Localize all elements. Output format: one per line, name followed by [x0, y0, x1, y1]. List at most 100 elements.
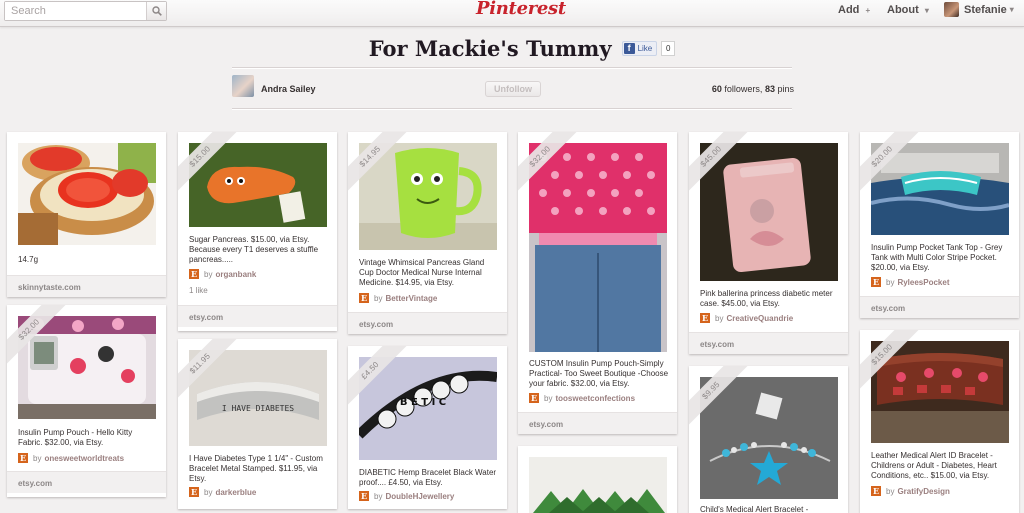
pin-card[interactable]: $20.00 Insulin Pump Pocket Tank Top - Gr…	[860, 132, 1019, 318]
via-user[interactable]: toosweetconfections	[555, 394, 635, 403]
pin-description: Sugar Pancreas. $15.00, via Etsy. Becaus…	[189, 235, 319, 264]
pin-image[interactable]	[700, 143, 838, 281]
pin-via[interactable]: E by DoubleHJewellery	[359, 491, 454, 501]
pin-image[interactable]	[529, 143, 667, 352]
via-user[interactable]: DoubleHJewellery	[385, 492, 454, 501]
pin-source[interactable]: etsy.com	[689, 332, 848, 354]
via-user[interactable]: RyleesPocket	[897, 278, 949, 287]
etsy-icon: E	[18, 453, 28, 463]
via-prefix: by	[544, 393, 553, 403]
page-title: For Mackie's Tummy	[368, 35, 612, 61]
pin-via[interactable]: E by BetterVintage	[359, 293, 437, 303]
pin-card[interactable]: $15.00 Sugar Pancreas. $15.00, via Etsy.…	[178, 132, 337, 331]
search-button[interactable]	[146, 2, 166, 20]
via-user[interactable]: organbank	[215, 270, 256, 279]
etsy-icon: E	[359, 491, 369, 501]
pin-source[interactable]: etsy.com	[7, 471, 166, 493]
nav-add-label: Add	[838, 4, 860, 16]
pin-image[interactable]	[18, 143, 156, 245]
etsy-icon: E	[359, 293, 369, 303]
top-bar: Pinterest Add + About ▾ Stefanie ▾	[0, 0, 1024, 27]
chevron-down-icon: ▾	[1009, 5, 1014, 14]
nav-about-menu[interactable]: About ▾	[887, 4, 929, 16]
via-prefix: by	[204, 269, 213, 279]
divider	[232, 108, 792, 110]
pin-description: Pink ballerina princess diabetic meter c…	[700, 289, 833, 308]
facebook-icon: f	[623, 42, 635, 54]
board-header: For Mackie's Tummy f Like 0	[0, 33, 1024, 63]
pin-source[interactable]: etsy.com	[178, 305, 337, 327]
pin-card[interactable]: $32.00 CUSTOM Insulin Pump Pouch-Simply …	[518, 132, 677, 434]
facebook-like-count: 0	[661, 40, 676, 56]
via-user[interactable]: BetterVintage	[385, 294, 437, 303]
pin-source[interactable]: etsy.com	[518, 412, 677, 434]
facebook-like-button[interactable]: f Like	[621, 40, 658, 56]
pin-card[interactable]	[518, 446, 677, 513]
owner-name[interactable]: Andra Sailey	[261, 84, 316, 94]
owner-avatar[interactable]	[232, 75, 254, 97]
nav-user-name: Stefanie	[964, 3, 1007, 16]
via-user[interactable]: darkerblue	[215, 488, 256, 497]
board-stats: 60 followers, 83 pins	[712, 84, 794, 94]
via-prefix: by	[374, 491, 383, 501]
divider	[232, 67, 792, 69]
via-user[interactable]: GratifyDesign	[897, 487, 949, 496]
bracelet-stamp-text: I HAVE DIABETES	[222, 404, 294, 413]
pin-likes: 1 like	[189, 286, 208, 295]
pin-description: 14.7g	[18, 255, 39, 264]
etsy-icon: E	[189, 269, 199, 279]
via-user[interactable]: CreativeQuandrie	[726, 314, 793, 323]
pin-via[interactable]: E by organbank	[189, 269, 256, 279]
pin-via[interactable]: E by toosweetconfections	[529, 393, 635, 403]
etsy-icon: E	[871, 277, 881, 287]
pin-source[interactable]: etsy.com	[348, 312, 507, 334]
pins-count: 83	[764, 84, 775, 94]
nav-add-menu[interactable]: Add +	[838, 4, 870, 16]
pin-via[interactable]: E by RyleesPocket	[871, 277, 949, 287]
pin-card[interactable]: B E T I C £4.50 DIABETIC Hemp Bracelet B…	[348, 346, 507, 509]
pin-card[interactable]: $32.00 Insulin Pump Pouch - Hello Kitty …	[7, 305, 166, 497]
pinterest-logo[interactable]: Pinterest	[476, 0, 566, 24]
via-prefix: by	[204, 487, 213, 497]
etsy-icon: E	[871, 486, 881, 496]
via-user[interactable]: onesweetworldtreats	[44, 454, 124, 463]
plus-icon: +	[865, 6, 871, 15]
pin-card[interactable]: 14.7g skinnytaste.com	[7, 132, 166, 297]
pin-via[interactable]: E by darkerblue	[189, 487, 256, 497]
pin-description: DIABETIC Hemp Bracelet Black Water proof…	[359, 468, 497, 487]
followers-count: 60	[711, 84, 722, 94]
pin-source[interactable]: etsy.com	[860, 296, 1019, 318]
pin-card[interactable]: $15.00 Leather Medical Alert ID Bracelet…	[860, 330, 1019, 513]
pin-card[interactable]: $9.95 Child's Medical Alert Bracelet -	[689, 366, 848, 513]
bead-letters: B E T I C	[400, 397, 446, 408]
search-box	[4, 1, 167, 21]
pin-card[interactable]: I HAVE DIABETES $11.95 I Have Diabetes T…	[178, 339, 337, 509]
pin-description: Insulin Pump Pocket Tank Top - Grey Tank…	[871, 243, 1003, 272]
pin-via[interactable]: E by CreativeQuandrie	[700, 313, 793, 323]
via-prefix: by	[374, 293, 383, 303]
pin-description: Vintage Whimsical Pancreas Gland Cup Doc…	[359, 258, 485, 287]
pin-source[interactable]: skinnytaste.com	[7, 275, 166, 297]
via-prefix: by	[33, 453, 42, 463]
pin-via[interactable]: E by GratifyDesign	[871, 486, 950, 496]
pin-description: I Have Diabetes Type 1 1/4" - Custom Bra…	[189, 454, 323, 483]
etsy-icon: E	[700, 313, 710, 323]
pin-via[interactable]: E by onesweetworldtreats	[18, 453, 124, 463]
nav-user-menu[interactable]: Stefanie ▾	[944, 2, 1014, 17]
pin-image[interactable]	[359, 143, 497, 250]
etsy-icon: E	[529, 393, 539, 403]
pin-card[interactable]: $45.00 Pink ballerina princess diabetic …	[689, 132, 848, 354]
pin-image[interactable]	[529, 457, 667, 513]
pin-description: CUSTOM Insulin Pump Pouch-Simply Practic…	[529, 359, 669, 388]
pin-description: Leather Medical Alert ID Bracelet - Chil…	[871, 451, 997, 480]
facebook-like-label: Like	[637, 43, 653, 53]
pin-card[interactable]: $14.95 Vintage Whimsical Pancreas Gland …	[348, 132, 507, 334]
followers-label: followers,	[724, 84, 763, 94]
via-prefix: by	[886, 486, 895, 496]
unfollow-button[interactable]: Unfollow	[485, 81, 541, 97]
nav-about-label: About	[887, 4, 919, 16]
pin-image[interactable]	[700, 377, 838, 499]
board-owner-bar: Andra Sailey Unfollow 60 followers, 83 p…	[232, 75, 794, 103]
search-input[interactable]	[5, 2, 146, 20]
chevron-down-icon: ▾	[924, 6, 929, 15]
